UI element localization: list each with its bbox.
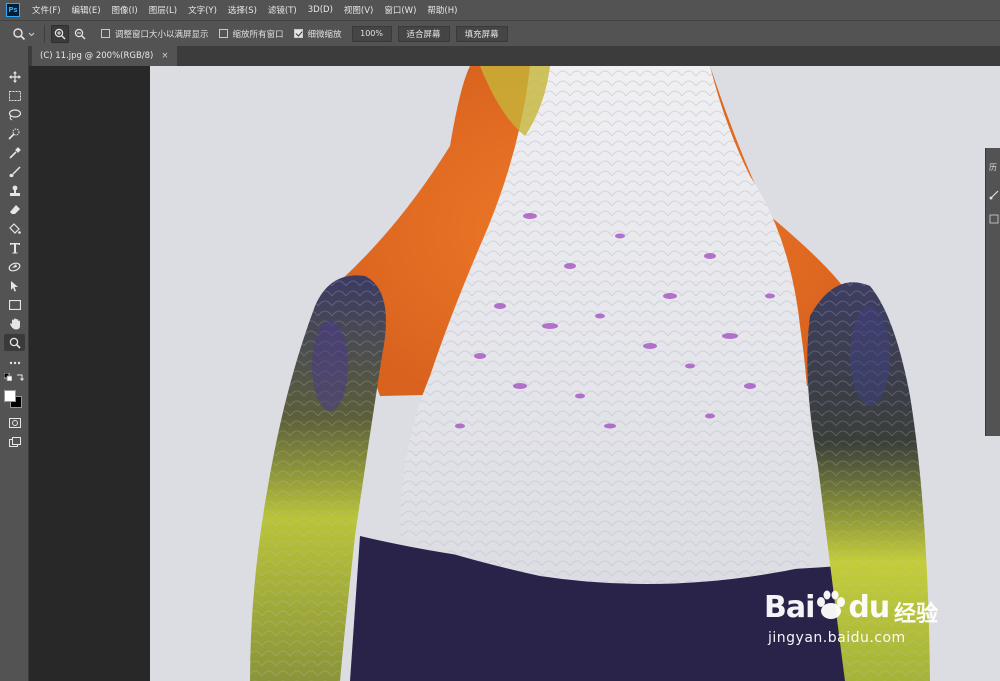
- quick-select-tool[interactable]: [4, 125, 25, 142]
- menu-3d[interactable]: 3D(D): [308, 5, 333, 15]
- watermark-jingyan: 经验: [894, 602, 939, 627]
- move-icon: [8, 70, 21, 83]
- eyedropper-icon: [8, 146, 21, 159]
- rectangle-tool[interactable]: [4, 296, 25, 313]
- zoom-out-icon: [74, 28, 86, 39]
- watermark-logo-text: Bai du: [764, 590, 890, 625]
- eyedropper-tool[interactable]: [4, 144, 25, 161]
- path-select-icon: [11, 280, 18, 291]
- quick-select-icon: [8, 128, 20, 140]
- pasteboard: [29, 66, 150, 681]
- close-icon[interactable]: ×: [161, 51, 168, 61]
- swap-colors-icon: [17, 374, 24, 381]
- default-colors-icon: [4, 373, 12, 381]
- brush-settings-icon: [989, 190, 999, 200]
- eraser-icon: [9, 204, 20, 214]
- checkbox-box: [218, 29, 228, 38]
- swap-colors-button[interactable]: [14, 372, 26, 382]
- eraser-tool[interactable]: [4, 201, 25, 218]
- checkbox-box: [101, 29, 110, 38]
- default-colors-button[interactable]: [2, 372, 14, 382]
- rectangle-icon: [8, 299, 21, 310]
- resize-windows-checkbox[interactable]: 调整窗口大小以满屏显示: [101, 28, 209, 40]
- tools-panel: [0, 46, 29, 681]
- zoom-tool[interactable]: [4, 334, 25, 351]
- scrubby-zoom-checkbox[interactable]: 细微缩放: [293, 28, 342, 40]
- zoom-icon: [9, 337, 21, 349]
- menu-file[interactable]: 文件(F): [32, 4, 61, 16]
- baidu-jingyan-watermark: Bai du 经验 jingyan.baidu.com: [764, 590, 964, 660]
- baidu-paw-icon: [817, 590, 846, 619]
- brush-icon: [9, 165, 21, 177]
- watermark-logo-bai: Bai: [764, 590, 815, 625]
- quick-mask-icon: [8, 417, 21, 428]
- zoom-all-windows-checkbox[interactable]: 缩放所有窗口: [218, 28, 284, 40]
- history-panel-label: 历: [989, 163, 997, 172]
- image-canvas[interactable]: [150, 66, 1000, 681]
- menu-edit[interactable]: 编辑(E): [72, 4, 101, 16]
- options-bar: 调整窗口大小以满屏显示 缩放所有窗口 细微缩放 100% 适合屏幕 填充屏幕: [0, 20, 1000, 46]
- foreground-color-swatch[interactable]: [4, 390, 16, 402]
- menu-view[interactable]: 视图(V): [344, 4, 373, 16]
- document-tab-title: (C) 11.jpg @ 200%(RGB/8): [40, 51, 154, 61]
- more-tools-button[interactable]: [4, 354, 25, 371]
- menu-window[interactable]: 窗口(W): [384, 4, 416, 16]
- document-area: (C) 11.jpg @ 200%(RGB/8) ×: [29, 46, 1000, 681]
- tool-preset-picker[interactable]: [12, 27, 42, 41]
- menu-layer[interactable]: 图层(L): [149, 4, 177, 16]
- zoom-icon: [13, 27, 35, 40]
- fill-screen-button[interactable]: 填充屏幕: [455, 25, 508, 42]
- fit-screen-button[interactable]: 适合屏幕: [397, 25, 450, 42]
- lasso-tool[interactable]: [4, 106, 25, 123]
- menu-help[interactable]: 帮助(H): [427, 4, 457, 16]
- marquee-icon: [8, 90, 21, 101]
- document-tab-bar: (C) 11.jpg @ 200%(RGB/8) ×: [29, 46, 1000, 66]
- resize-windows-label: 调整窗口大小以满屏显示: [115, 29, 209, 40]
- menu-type[interactable]: 文字(Y): [188, 4, 217, 16]
- hand-tool[interactable]: [4, 315, 25, 332]
- menu-filter[interactable]: 滤镜(T): [268, 4, 297, 16]
- zoom-in-button[interactable]: [51, 24, 69, 43]
- type-tool[interactable]: [4, 239, 25, 256]
- panel-icon: [989, 214, 999, 224]
- marquee-tool[interactable]: [4, 87, 25, 104]
- scrubby-zoom-label: 细微缩放: [307, 29, 342, 40]
- collapsed-right-panel[interactable]: 历: [985, 148, 1000, 436]
- move-tool[interactable]: [4, 68, 25, 85]
- menu-select[interactable]: 选择(S): [228, 4, 257, 16]
- screen-mode-button[interactable]: [4, 433, 25, 450]
- pen-icon: [8, 262, 21, 271]
- brush-tool[interactable]: [4, 163, 25, 180]
- paint-bucket-tool[interactable]: [4, 220, 25, 237]
- watermark-url: jingyan.baidu.com: [768, 630, 906, 646]
- zoom-all-windows-label: 缩放所有窗口: [232, 29, 284, 40]
- zoom-out-button[interactable]: [71, 25, 89, 43]
- stamp-icon: [9, 185, 20, 196]
- lasso-icon: [8, 108, 21, 120]
- quick-mask-button[interactable]: [4, 414, 25, 431]
- screen-mode-icon: [8, 436, 21, 447]
- document-tab[interactable]: (C) 11.jpg @ 200%(RGB/8) ×: [32, 46, 177, 66]
- watermark-logo-du: du: [848, 590, 890, 625]
- menu-bar: Ps 文件(F) 编辑(E) 图像(I) 图层(L) 文字(Y) 选择(S) 滤…: [0, 0, 1000, 20]
- path-select-tool[interactable]: [4, 277, 25, 294]
- options-divider: [44, 24, 45, 43]
- stamp-tool[interactable]: [4, 182, 25, 199]
- bird-photo: [150, 66, 1000, 681]
- type-icon: [9, 242, 20, 253]
- checkbox-box-checked: [293, 29, 303, 38]
- more-icon: [9, 361, 20, 364]
- paint-bucket-icon: [8, 222, 21, 234]
- zoom-in-icon: [54, 28, 66, 39]
- photoshop-logo-icon: Ps: [6, 3, 20, 17]
- zoom-level-field[interactable]: 100%: [351, 25, 392, 42]
- pen-tool[interactable]: [4, 258, 25, 275]
- hand-icon: [9, 318, 20, 329]
- menu-image[interactable]: 图像(I): [112, 4, 138, 16]
